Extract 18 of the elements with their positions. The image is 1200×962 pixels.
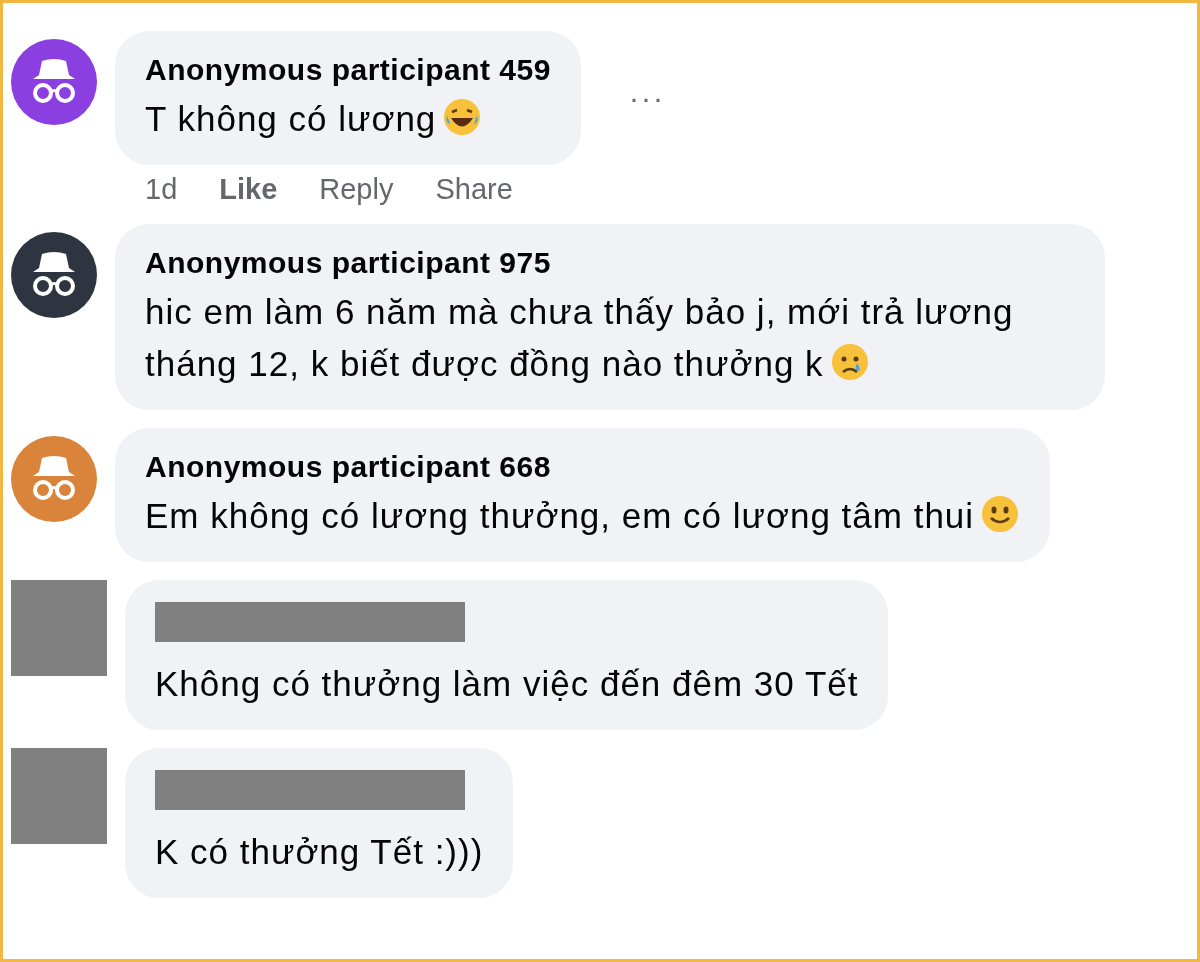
comment-action-link[interactable]: Share: [435, 173, 513, 206]
author-name[interactable]: Anonymous participant 975: [145, 246, 1075, 280]
comment-action-link[interactable]: Reply: [319, 173, 394, 206]
comment-text: Không có thưởng làm việc đến đêm 30 Tết: [155, 663, 859, 705]
smiling-emoji-icon: [980, 494, 1021, 534]
more-options-button[interactable]: ···: [628, 81, 665, 115]
comment-action-link[interactable]: Like: [219, 173, 278, 206]
laughing-emoji-icon: [442, 97, 483, 137]
crying-emoji-icon: [829, 342, 870, 382]
comment-text: Em không có lương thưởng, em có lương tâm thui: [145, 490, 1021, 542]
comment-time: 1d: [145, 173, 178, 206]
anonymous-avatar-icon[interactable]: [11, 39, 97, 125]
comment-text: T không có lương: [145, 93, 551, 145]
anonymous-avatar-icon[interactable]: [11, 232, 97, 318]
comment-text: hic em làm 6 năm mà chưa thấy bảo j, mới trả lương tháng 12, k biết được đồng nào thưởng k: [145, 291, 1015, 385]
comment-text: K có thưởng Tết :))): [155, 831, 484, 873]
author-name[interactable]: Anonymous participant 668: [145, 450, 1021, 484]
author-name[interactable]: Anonymous participant 459: [145, 53, 551, 87]
